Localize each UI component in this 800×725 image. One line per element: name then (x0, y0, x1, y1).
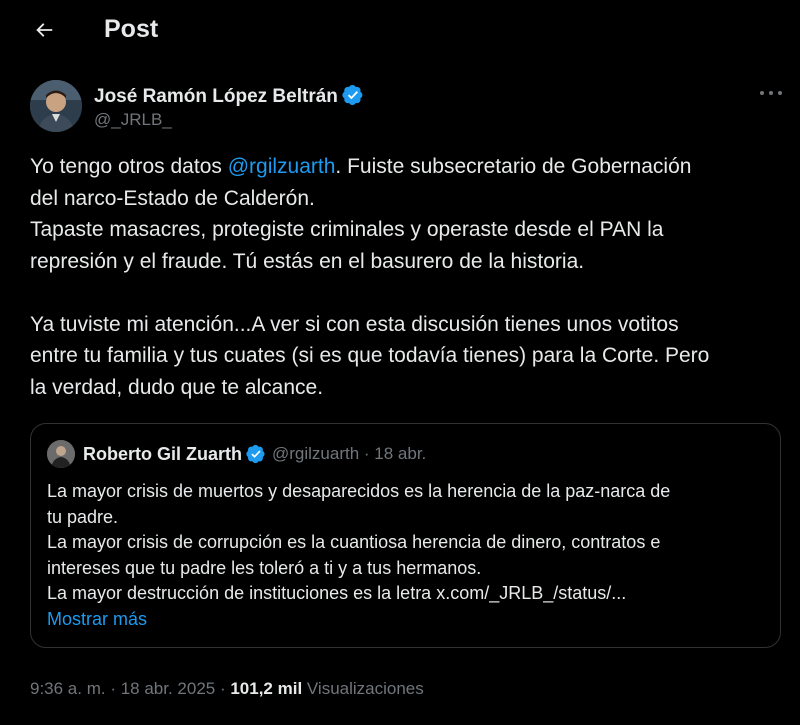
quoted-author-name: Roberto Gil Zuarth (83, 443, 242, 464)
quoted-post[interactable]: Roberto Gil Zuarth @rgilzuarth · 18 abr.… (30, 423, 781, 648)
verified-badge-icon (246, 444, 265, 464)
mention-link[interactable]: @rgilzuarth (228, 155, 336, 178)
post-text: Yo tengo otros datos @rgilzuarth. Fuiste… (30, 151, 780, 403)
verified-badge-icon (342, 85, 363, 105)
show-more-link[interactable]: Mostrar más (47, 609, 147, 630)
quoted-line: La mayor crisis de muertos y desaparecid… (47, 481, 671, 501)
post-line: Tapaste masacres, protegiste criminales … (30, 218, 664, 241)
post-text-segment: . Fuiste subsecretario de Gobernación (335, 155, 692, 178)
more-options-icon[interactable] (760, 86, 782, 100)
post-line: entre tu familia y tus cuates (si es que… (30, 344, 710, 367)
author-name-text: José Ramón López Beltrán (94, 86, 338, 107)
arrow-left-icon (36, 23, 53, 37)
quoted-avatar (47, 440, 75, 468)
views-count: 101,2 mil (230, 679, 303, 698)
quoted-line: intereses que tu padre les toleró a ti y… (47, 557, 482, 578)
back-button[interactable] (30, 16, 58, 44)
post-text-segment: Yo tengo otros datos (30, 155, 228, 178)
post-line: Ya tuviste mi atención...A ver si con es… (30, 312, 679, 336)
avatar-image (30, 80, 82, 132)
post-meta: 9:36 a. m. · 18 abr. 2025 · 101,2 mil Vi… (30, 679, 424, 699)
post-timestamp[interactable]: 9:36 a. m. · 18 abr. 2025 · (30, 679, 230, 698)
views-label: Visualizaciones (302, 679, 424, 698)
post-line: la verdad, dudo que te alcance. (30, 375, 324, 399)
author-name[interactable]: José Ramón López Beltrán (94, 84, 364, 108)
quoted-line: La mayor crisis de corrupción es la cuan… (47, 532, 661, 552)
page-title: Post (104, 15, 159, 43)
post-line: del narco-Estado de Calderón. (30, 186, 315, 210)
page-header: Post (0, 0, 800, 60)
quoted-post-header: Roberto Gil Zuarth @rgilzuarth · 18 abr. (47, 440, 426, 468)
avatar[interactable] (30, 80, 82, 132)
author-handle[interactable]: @_JRLB_ (94, 110, 172, 130)
author-row: José Ramón López Beltrán @_JRLB_ (30, 80, 790, 136)
quoted-line: La mayor destrucción de instituciones es… (47, 583, 627, 603)
quoted-handle-date: @rgilzuarth · 18 abr. (272, 444, 427, 463)
quoted-avatar-image (47, 440, 75, 468)
post-line: represión y el fraude. Tú estás en el ba… (30, 249, 585, 273)
post-line: Yo tengo otros datos @rgilzuarth. Fuiste… (30, 151, 780, 183)
quoted-post-text: La mayor crisis de muertos y desaparecid… (47, 479, 767, 607)
quoted-line: tu padre. (47, 506, 119, 527)
